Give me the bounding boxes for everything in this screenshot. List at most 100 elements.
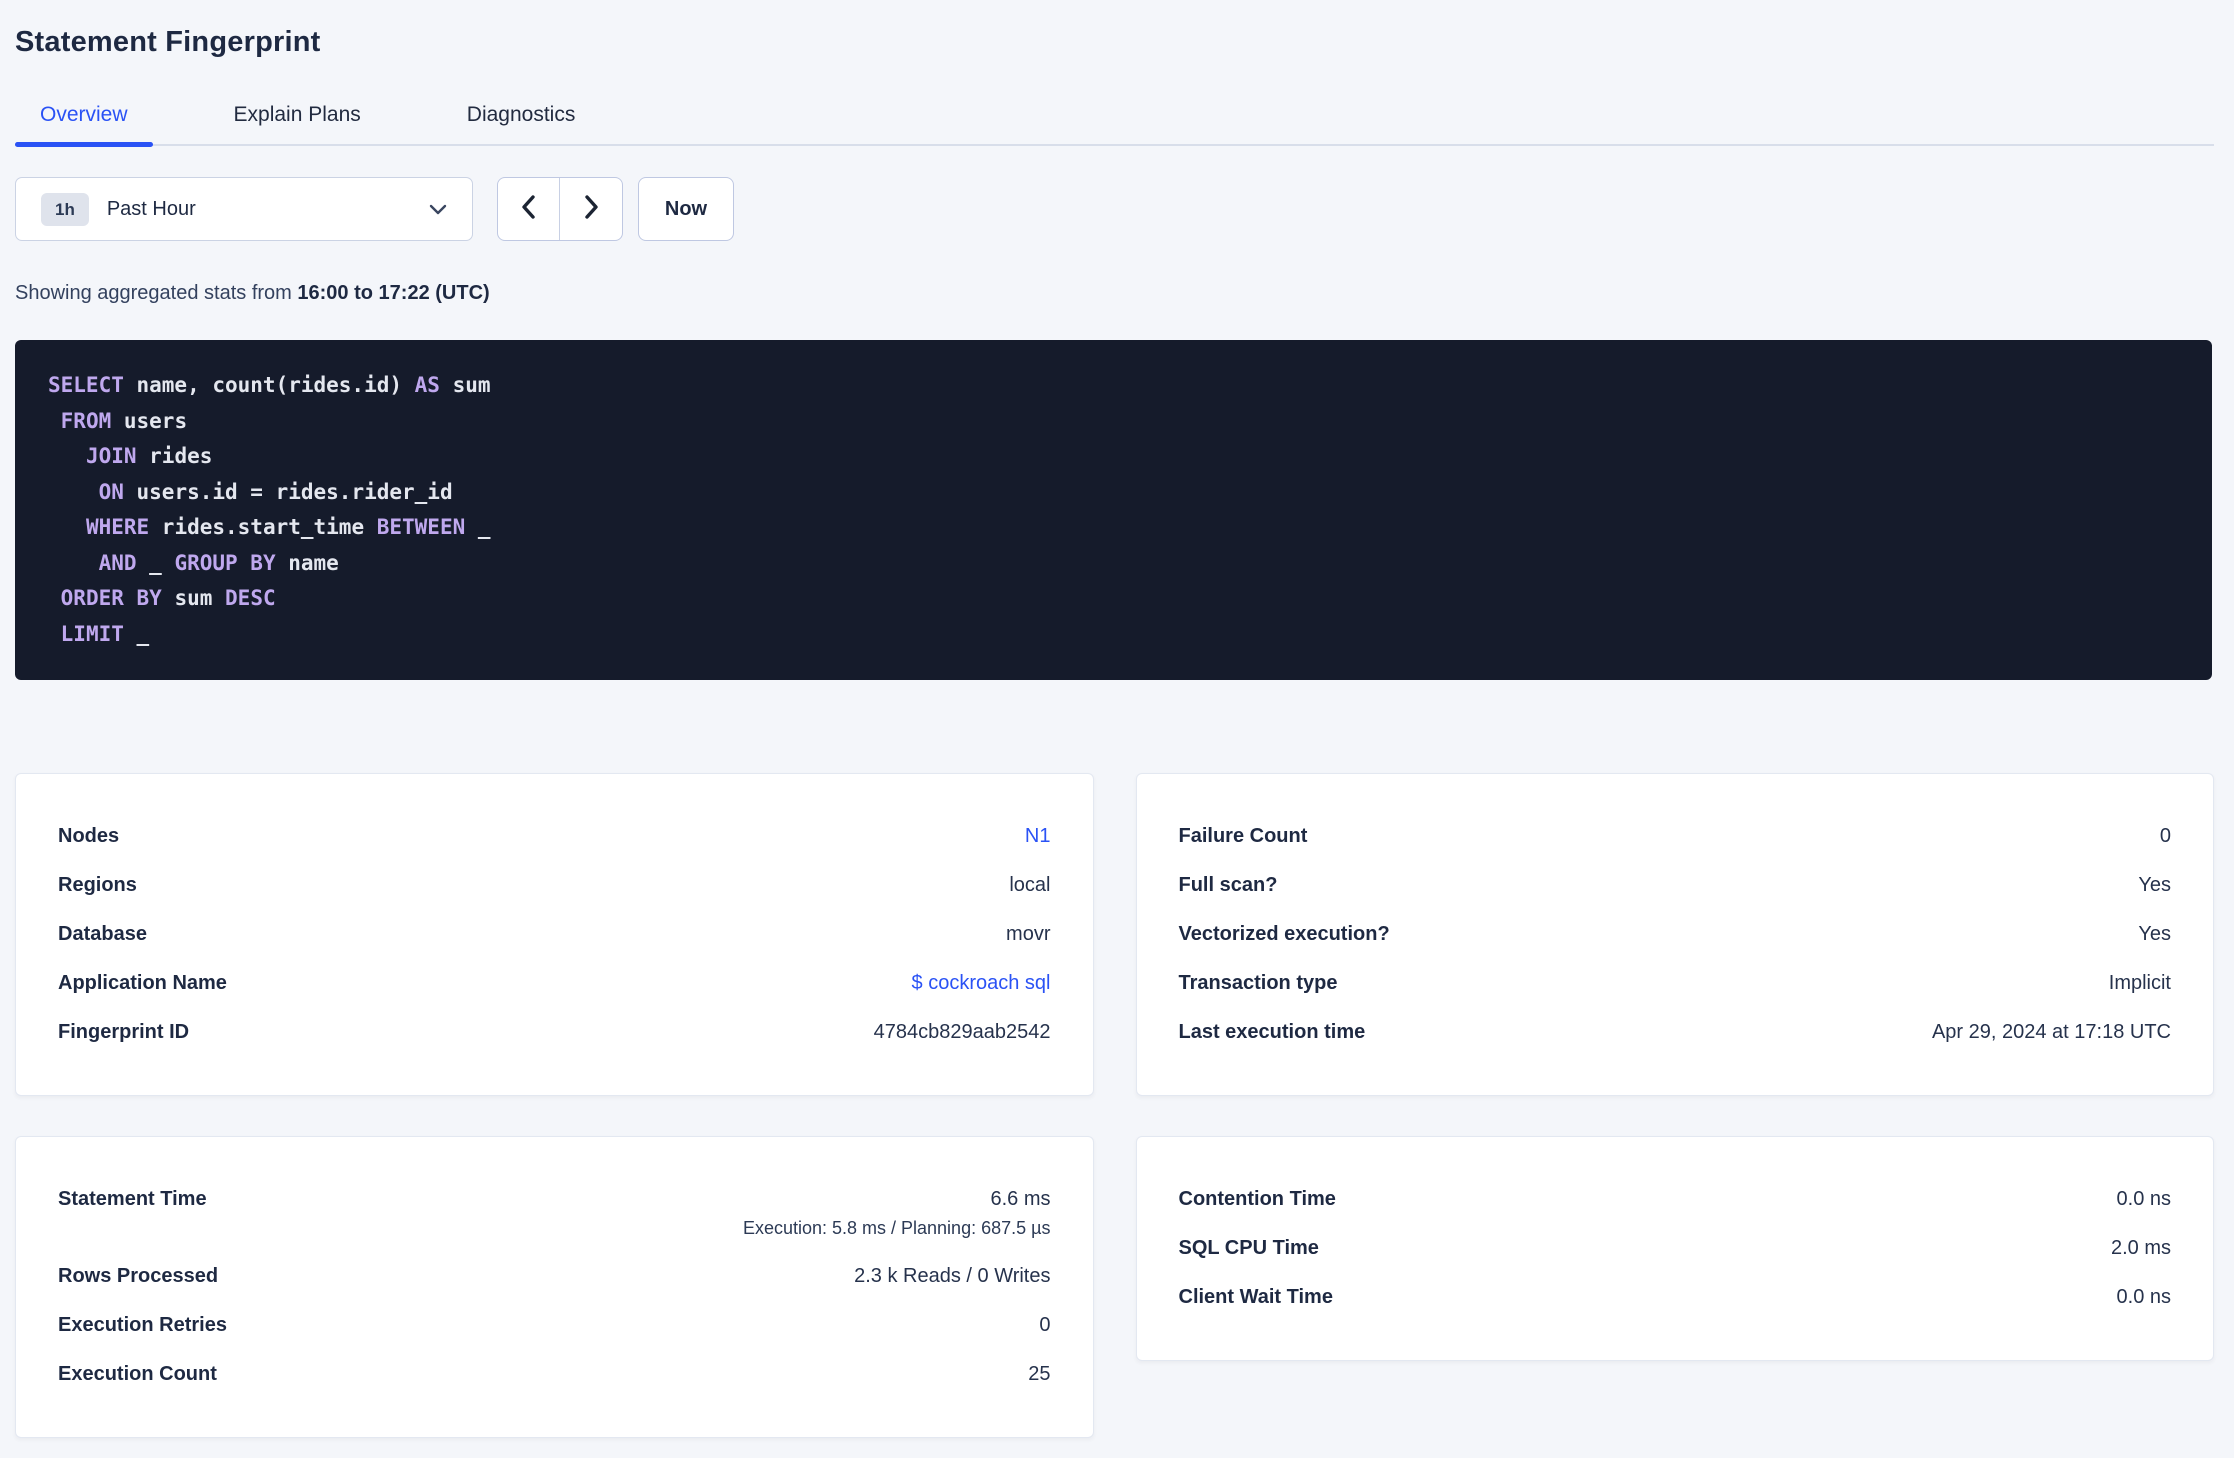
row-value-wrap: movr: [1006, 923, 1050, 946]
row-value-wrap: $ cockroach sql: [912, 972, 1051, 995]
row-value: movr: [1006, 923, 1051, 945]
chevron-left-icon: [520, 194, 537, 225]
row-value-wrap: 2.3 k Reads / 0 Writes: [854, 1265, 1050, 1288]
card-row: Statement Time 6.6 ms Execution: 5.8 ms / …: [58, 1175, 1051, 1252]
row-value-wrap: 0: [1039, 1314, 1050, 1337]
wait-times-card: Contention Time 0.0 ns SQL CPU Time 2.0 ms C…: [1135, 1136, 2214, 1361]
row-value-link[interactable]: N1: [1025, 825, 1051, 847]
card-row: Execution Retries 0: [58, 1301, 1051, 1350]
row-label: Vectorized execution?: [1178, 923, 1390, 945]
card-row: Application Name $ cockroach sql: [58, 959, 1051, 1008]
row-value-wrap: 6.6 ms Execution: 5.8 ms / Planning: 687.…: [743, 1188, 1051, 1239]
sql-text: rides.start_time: [149, 515, 377, 539]
row-value: 0.0 ns: [2116, 1188, 2171, 1210]
sql-line: ON users.id = rides.rider_id: [48, 475, 2179, 511]
sql-line: FROM users: [48, 404, 2179, 440]
sql-line: SELECT name, count(rides.id) AS sum: [48, 368, 2179, 404]
tab-explain-plans[interactable]: Explain Plans: [209, 103, 386, 144]
card-row: Rows Processed 2.3 k Reads / 0 Writes: [58, 1252, 1051, 1301]
card-row: Nodes N1: [58, 812, 1051, 861]
sql-statement-box: SELECT name, count(rides.id) AS sum FROM…: [15, 340, 2212, 680]
row-label: Contention Time: [1178, 1188, 1336, 1210]
row-value-wrap: 0.0 ns: [2117, 1286, 2171, 1309]
row-value: 0: [2159, 825, 2171, 847]
card-row: Fingerprint ID 4784cb829aab2542: [58, 1008, 1051, 1057]
timing-cards-row: Statement Time 6.6 ms Execution: 5.8 ms / …: [15, 1136, 2214, 1438]
row-label: Client Wait Time: [1178, 1286, 1333, 1308]
card-row: Full scan? Yes: [1179, 861, 2172, 910]
row-label: Full scan?: [1178, 874, 1278, 896]
card-row: Vectorized execution? Yes: [1179, 910, 2172, 959]
row-label: SQL CPU Time: [1178, 1237, 1319, 1259]
row-value: Yes: [2138, 923, 2171, 945]
page-title: Statement Fingerprint: [15, 26, 321, 58]
card-row: Execution Count 25: [58, 1350, 1051, 1399]
row-value-wrap: local: [1009, 874, 1050, 897]
row-value-wrap: 0: [2160, 825, 2171, 848]
sql-text: users.id = rides.rider_id: [123, 479, 453, 504]
sql-keyword: AS: [414, 373, 440, 397]
row-value-wrap: 4784cb829aab2542: [874, 1021, 1051, 1044]
stats-summary-range: 16:00 to 17:22 (UTC): [297, 282, 490, 304]
next-range-button[interactable]: [560, 178, 622, 240]
sql-keyword: DESC: [225, 586, 276, 610]
time-toolbar: 1h Past Hour Now: [15, 177, 2214, 241]
row-label: Last execution time: [1178, 1021, 1366, 1043]
card-row: Client Wait Time 0.0 ns: [1179, 1273, 2172, 1322]
row-label: Nodes: [58, 825, 120, 847]
row-value-wrap: Yes: [2138, 923, 2171, 946]
sql-keyword: FROM: [60, 408, 112, 433]
row-label: Transaction type: [1178, 972, 1338, 994]
row-label: Failure Count: [1178, 825, 1308, 847]
sql-keyword: LIMIT: [60, 621, 124, 646]
card-row: Regions local: [58, 861, 1051, 910]
row-value: 6.6 ms: [990, 1188, 1051, 1210]
row-value-wrap: N1: [1025, 825, 1051, 848]
row-label: Execution Count: [58, 1363, 217, 1385]
sql-text: sum: [439, 373, 491, 397]
sql-keyword: GROUP BY: [174, 550, 276, 575]
sql-keyword: SELECT: [48, 373, 124, 397]
sql-text: _: [465, 515, 491, 539]
row-value: Yes: [2138, 874, 2171, 896]
sql-line: JOIN rides: [48, 439, 2179, 475]
now-button[interactable]: Now: [638, 177, 734, 241]
tab-diagnostics[interactable]: Diagnostics: [442, 103, 601, 144]
row-label: Regions: [58, 874, 137, 896]
row-value-wrap: 2.0 ms: [2111, 1237, 2171, 1260]
details-cards-row: Nodes N1 Regions local Database movr Applicati…: [15, 773, 2214, 1096]
row-value: 4784cb829aab2542: [873, 1021, 1051, 1043]
row-label: Fingerprint ID: [58, 1021, 190, 1043]
card-row: Database movr: [58, 910, 1051, 959]
sql-text: users: [111, 408, 188, 433]
sql-keyword: JOIN: [85, 444, 137, 468]
card-row: Contention Time 0.0 ns: [1179, 1175, 2172, 1224]
sql-keyword: AND: [98, 550, 137, 575]
time-range-selector[interactable]: 1h Past Hour: [15, 177, 473, 241]
statement-times-card: Statement Time 6.6 ms Execution: 5.8 ms / …: [15, 1136, 1094, 1438]
row-value: local: [1009, 874, 1051, 896]
statement-details-card: Nodes N1 Regions local Database movr Applicati…: [15, 773, 1094, 1096]
sql-text: name: [275, 550, 339, 575]
card-row: SQL CPU Time 2.0 ms: [1179, 1224, 2172, 1273]
sql-keyword: BETWEEN: [376, 515, 466, 539]
sql-line: LIMIT _: [48, 617, 2179, 653]
row-label: Rows Processed: [58, 1265, 219, 1287]
row-value-link[interactable]: $ cockroach sql: [912, 972, 1051, 994]
previous-range-button[interactable]: [498, 178, 560, 240]
time-range-label: Past Hour: [106, 197, 196, 220]
card-row: Transaction type Implicit: [1179, 959, 2172, 1008]
row-value: Implicit: [2108, 972, 2171, 994]
row-value: 0.0 ns: [2116, 1286, 2171, 1308]
statement-fingerprint-page: Statement Fingerprint Overview Explain Pl…: [0, 0, 2234, 1438]
sql-keyword: ORDER BY: [60, 586, 162, 610]
tab-overview[interactable]: Overview: [15, 103, 153, 147]
row-value-wrap: 25: [1028, 1363, 1050, 1386]
sql-text: name, count(rides.id): [123, 373, 415, 397]
sql-text: sum: [161, 586, 226, 610]
